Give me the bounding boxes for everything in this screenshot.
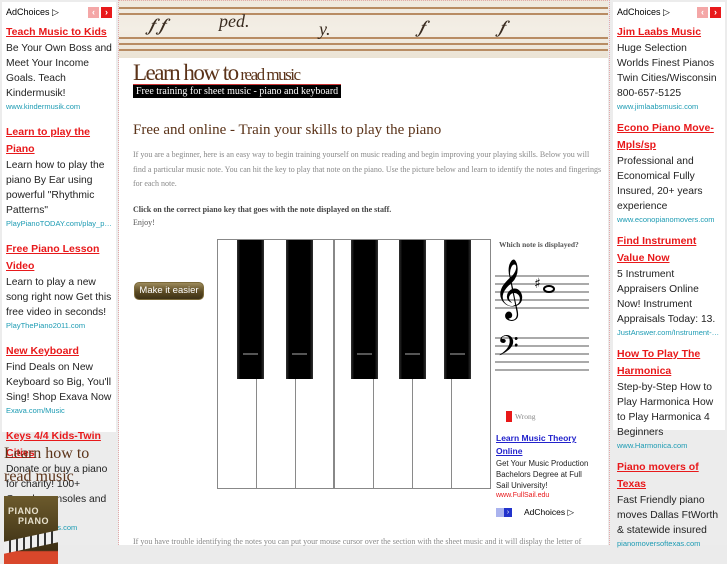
ad-title-link[interactable]: Find Instrument Value Now [617,233,721,267]
book-piano-keys-art [4,530,58,554]
ad-body: Huge Selection Worlds Finest Pianos Twin… [617,43,717,99]
quiz-question: Which note is displayed? [499,240,579,249]
ad-url[interactable]: www.econopianomovers.com [617,214,721,225]
ad-item[interactable]: Jim Laabs Music Huge Selection Worlds Fi… [617,24,721,112]
tagline: Free training for sheet music - piano an… [133,84,342,98]
sheet-music-banner: 𝆑 𝆑 ped. y. 𝆑 𝆑 [119,0,608,58]
ad-prev-icon[interactable] [496,508,504,517]
piano-black-key-a-sharp[interactable] [444,240,471,379]
ad-body: Fast Friendly piano moves Dallas FtWorth… [617,495,719,536]
book-cover-image[interactable]: PIANO PIANO [4,496,58,564]
ad-url[interactable]: PlayThePiano2011.com [6,320,112,331]
piano-black-key-f-sharp[interactable] [351,240,378,379]
right-sidebar: AdChoices ▷ ‹ › Jim Laabs Music Huge Sel… [609,0,727,548]
book-title-line: PIANO [18,516,50,526]
ad-body: Be Your Own Boss and Meet Your Income Go… [6,43,112,99]
ad-url[interactable]: JustAnswer.com/Instrument-A... [617,327,721,338]
ad-next-icon[interactable]: › [101,6,112,18]
ad-item[interactable]: Find Instrument Value Now 5 Instrument A… [617,233,721,338]
ad-item[interactable]: Free Piano Lesson Video Learn to play a … [6,241,112,331]
book-title-line: PIANO [8,506,40,516]
ad-title-link[interactable]: Learn to play the Piano [6,124,112,158]
sharp-accidental-icon: ♯ [534,276,541,292]
inline-ad-footer: › AdChoices ▷ [496,507,574,518]
ad-url[interactable]: Exava.com/Music [6,405,112,416]
adchoices-label[interactable]: AdChoices ▷ [617,7,670,18]
ad-item[interactable]: How To Play The Harmonica Step-by-Step H… [617,346,721,451]
ad-url[interactable]: pianomoversoftexas.com [617,538,721,549]
ad-item[interactable]: Learn to play the Piano Learn how to pla… [6,124,112,229]
adchoices-label[interactable]: AdChoices ▷ [6,7,59,18]
ad-item[interactable]: Teach Music to Kids Be Your Own Boss and… [6,24,112,112]
ad-body: Learn how to play the piano By Ear using… [6,160,105,216]
ad-body: 5 Instrument Appraisers Online Now! Inst… [617,269,716,325]
instruction-text: Click on the correct piano key that goes… [133,205,392,214]
site-title[interactable]: Learn how to read music [133,60,301,86]
ad-prev-icon[interactable]: ‹ [88,6,99,18]
ad-url[interactable]: www.kindermusik.com [6,101,112,112]
piano-black-key-g-sharp[interactable] [399,240,426,379]
left-ad-block: AdChoices ▷ ‹ › Teach Music to Kids Be Y… [2,2,116,532]
inline-ad[interactable]: Learn Music Theory Online Get Your Music… [496,432,596,497]
piano-black-key-c-sharp[interactable] [237,240,264,379]
ad-body: Find Deals on New Keyboard so Big, You'l… [6,362,112,403]
site-title-sub: read music [237,65,301,84]
ad-title-link[interactable]: Econo Piano Move-Mpls/sp [617,120,721,154]
ad-body: Professional and Economical Fully Insure… [617,156,703,212]
whole-note-icon [543,285,555,293]
ad-item[interactable]: Piano movers of Texas Fast Friendly pian… [617,459,721,549]
adchoices-label[interactable]: AdChoices ▷ [524,507,574,518]
ad-url[interactable]: PlayPianoTODAY.com/play_pi... [6,218,112,229]
ad-item[interactable]: New Keyboard Find Deals on New Keyboard … [6,343,112,416]
intro-text: If you are a beginner, here is an easy w… [133,150,602,188]
piano-keyboard [217,239,491,489]
inline-ad-body: Get Your Music Production Bachelors Degr… [496,459,589,490]
right-ad-block: AdChoices ▷ ‹ › Jim Laabs Music Huge Sel… [613,2,725,548]
ad-title-link[interactable]: New Keyboard [6,343,112,360]
ad-body: Step-by-Step How to Play Harmonica How t… [617,382,714,438]
left-sidebar: AdChoices ▷ ‹ › Teach Music to Kids Be Y… [0,0,119,564]
ad-prev-icon[interactable]: ‹ [697,6,708,18]
answer-status-indicator [506,411,512,422]
ad-body: Learn to play a new song right now Get t… [6,277,112,318]
ad-url[interactable]: www.Harmonica.com [617,440,721,451]
ad-title-link[interactable]: Piano movers of Texas [617,459,721,493]
inline-ad-title-link[interactable]: Learn Music Theory Online [496,432,596,458]
make-it-easier-button[interactable]: Make it easier [134,282,204,300]
ad-title-link[interactable]: Free Piano Lesson Video [6,241,112,275]
site-title-main: Learn how to [133,60,239,85]
bass-clef-icon: 𝄢 [497,330,519,370]
ad-url[interactable]: www.jimlaabsmusic.com [617,101,721,112]
ad-title-link[interactable]: How To Play The Harmonica [617,346,721,380]
main-content: 𝆑 𝆑 ped. y. 𝆑 𝆑 Learn how to read music … [119,0,608,546]
piano-black-key-d-sharp[interactable] [286,240,313,379]
ad-next-icon[interactable]: › [504,508,512,517]
answer-status-text: Wrong [515,412,536,421]
ad-item[interactable]: Econo Piano Move-Mpls/sp Professional an… [617,120,721,225]
inline-ad-url[interactable]: www.FullSail.edu [496,491,596,497]
instructions: Click on the correct piano key that goes… [133,203,391,229]
treble-clef-icon: 𝄞 [494,259,525,319]
ad-next-icon[interactable]: › [710,6,721,18]
ad-title-link[interactable]: Jim Laabs Music [617,24,721,41]
enjoy-text: Enjoy! [133,218,155,227]
page-heading: Free and online - Train your skills to p… [133,122,442,138]
ad-title-link[interactable]: Teach Music to Kids [6,24,112,41]
